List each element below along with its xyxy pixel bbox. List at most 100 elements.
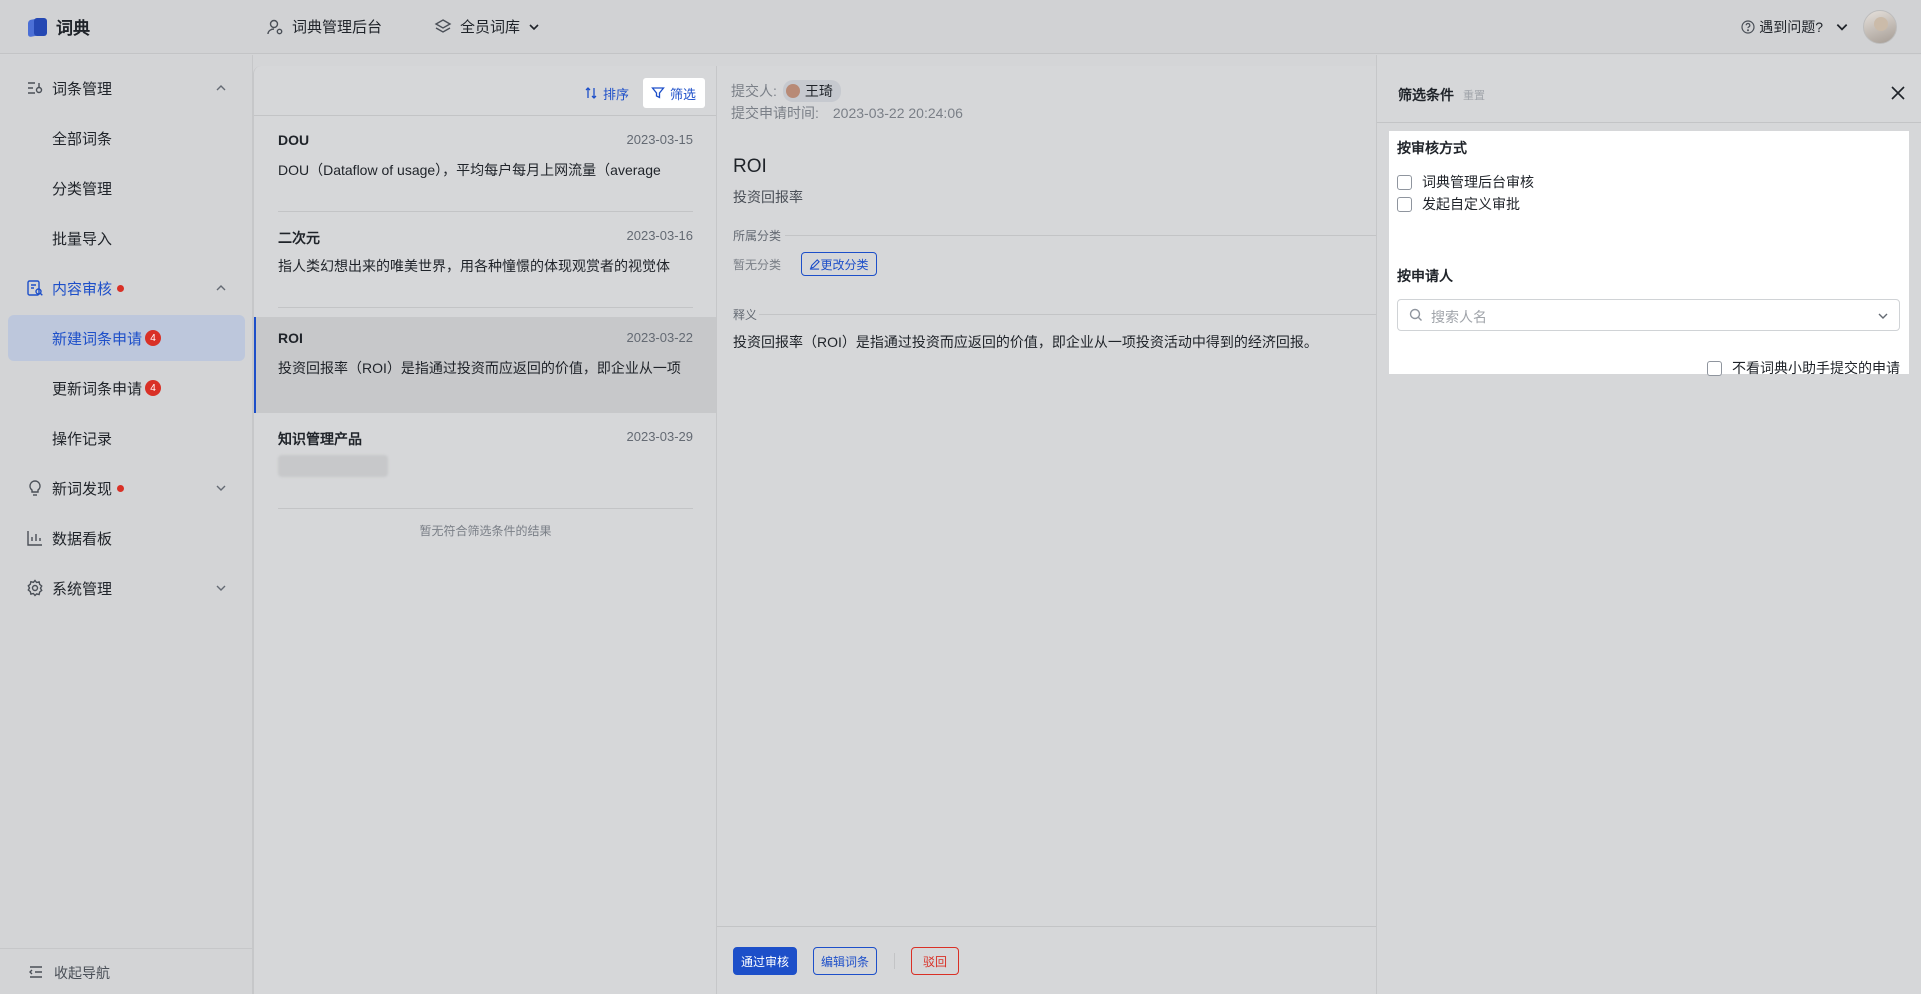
- chevron-up-icon: [216, 85, 226, 91]
- submitter-name: 王琦: [804, 83, 833, 99]
- submitter-chip[interactable]: 王琦: [782, 80, 841, 102]
- collapse-nav-button[interactable]: 收起导航: [0, 948, 253, 994]
- sidebar-item-content-review[interactable]: 内容审核: [8, 265, 245, 311]
- divider: [785, 235, 1377, 236]
- action-footer: 通过审核 编辑词条 驳回: [717, 926, 1377, 994]
- divider: [278, 508, 693, 509]
- list-item-selected[interactable]: ROI 2023-03-22 投资回报率（ROI）是指通过投资而应返回的价值，即…: [254, 317, 717, 413]
- user-settings-icon: [267, 19, 283, 34]
- edit-icon: [810, 258, 821, 270]
- change-category-button[interactable]: 更改分类: [801, 252, 877, 276]
- sidebar-item-update-entry-requests[interactable]: 更新词条申请 4: [8, 365, 245, 411]
- help-menu[interactable]: 遇到问题?: [1741, 17, 1849, 37]
- submit-time-row: 提交申请时间: 2023-03-22 20:24:06: [731, 103, 963, 123]
- list-item[interactable]: 知识管理产品 2023-03-29: [254, 413, 717, 509]
- list-item[interactable]: 二次元 2023-03-16 指人类幻想出来的唯美世界，用各种憧憬的体现观赏者的…: [254, 212, 717, 308]
- sidebar-item-new-entry-requests[interactable]: 新建词条申请 4: [8, 315, 245, 361]
- library-label: 全员词库: [460, 19, 521, 36]
- divider: [894, 953, 895, 969]
- filter-drawer: 筛选条件 重置 按审核方式 词典管理后台审核 发起自定义审批 按申请人 搜索人名…: [1376, 55, 1921, 994]
- filter-button[interactable]: 筛选: [643, 78, 705, 108]
- gear-icon: [27, 579, 43, 597]
- filter-label: 筛选: [670, 86, 697, 102]
- avatar: [785, 84, 800, 98]
- term-alias: 投资回报率: [733, 189, 803, 205]
- submit-time-label: 提交申请时间:: [731, 105, 819, 121]
- dictionary-logo-icon: [26, 16, 48, 38]
- app-logo[interactable]: 词典: [26, 14, 90, 39]
- review-method-heading: 按审核方式: [1397, 140, 1467, 156]
- close-icon[interactable]: [1890, 85, 1906, 101]
- chevron-up-icon: [216, 285, 226, 291]
- definition-text: 投资回报率（ROI）是指通过投资而应返回的价值，即企业从一项投资活动中得到的经济…: [733, 334, 1318, 350]
- term-title: ROI: [733, 156, 767, 177]
- chevron-down-icon: [216, 485, 226, 491]
- sidebar-item-bulk-import[interactable]: 批量导入: [8, 215, 245, 261]
- option-exclude-assistant[interactable]: 不看词典小助手提交的申请: [1707, 358, 1900, 378]
- reset-button[interactable]: 重置: [1463, 87, 1485, 103]
- filter-icon: [651, 87, 665, 99]
- sort-button[interactable]: 排序: [576, 78, 637, 108]
- chevron-down-icon: [216, 585, 226, 591]
- sidebar-item-system-manage[interactable]: 系统管理: [8, 565, 245, 611]
- drawer-header: 筛选条件 重置: [1377, 55, 1921, 123]
- nav-admin-label: 词典管理后台: [292, 19, 383, 36]
- checkbox[interactable]: [1397, 174, 1412, 190]
- library-switcher[interactable]: 全员词库: [434, 16, 540, 37]
- user-avatar[interactable]: [1863, 10, 1897, 44]
- collapse-nav-label: 收起导航: [54, 965, 110, 981]
- filter-card: 按审核方式 词典管理后台审核 发起自定义审批 按申请人 搜索人名 不看词典小助手…: [1389, 131, 1909, 376]
- list-item[interactable]: DOU 2023-03-15 DOU（Dataflow of usage），平均…: [254, 116, 717, 212]
- request-list-panel: 排序 筛选 DOU 2023-03-15 DOU（Dataflow of usa…: [253, 66, 717, 994]
- app-title: 词典: [56, 19, 90, 38]
- count-badge: 4: [145, 380, 161, 396]
- sort-label: 排序: [603, 86, 630, 102]
- collapse-icon: [29, 966, 42, 978]
- empty-result-note: 暂无符合筛选条件的结果: [419, 524, 552, 538]
- search-placeholder: 搜索人名: [1431, 309, 1487, 325]
- checkbox[interactable]: [1397, 196, 1412, 212]
- edit-entry-button[interactable]: 编辑词条: [813, 947, 877, 975]
- top-right-area: 遇到问题?: [1741, 10, 1897, 44]
- checkbox[interactable]: [1707, 360, 1722, 376]
- approve-button[interactable]: 通过审核: [733, 947, 797, 975]
- submitter-label: 提交人:: [731, 83, 777, 99]
- sidebar-item-category[interactable]: 分类管理: [8, 165, 245, 211]
- sidebar-item-entry-manage[interactable]: 词条管理: [8, 65, 245, 111]
- question-circle-icon: [1741, 20, 1755, 34]
- chart-icon: [27, 531, 42, 546]
- chevron-down-icon: [529, 23, 539, 30]
- definition-section-label: 释义: [733, 308, 758, 322]
- blurred-description: [278, 455, 388, 477]
- divider: [759, 314, 1377, 315]
- applicant-heading: 按申请人: [1397, 268, 1453, 284]
- sidebar: 词条管理 全部词条 分类管理 批量导入 内容审核 新建词条申请 4 更新词条申请…: [0, 55, 253, 994]
- nav-admin[interactable]: 词典管理后台: [266, 16, 382, 37]
- sidebar-item-new-word-discovery[interactable]: 新词发现: [8, 465, 245, 511]
- applicant-search-select[interactable]: 搜索人名: [1397, 299, 1900, 331]
- divider: [278, 307, 693, 308]
- drawer-title: 筛选条件: [1398, 87, 1454, 103]
- category-value: 暂无分类: [733, 258, 782, 272]
- notification-dot: [117, 485, 124, 492]
- help-label: 遇到问题?: [1759, 19, 1823, 35]
- option-custom-approval[interactable]: 发起自定义审批: [1397, 194, 1520, 214]
- layers-icon: [434, 18, 452, 33]
- notification-dot: [117, 285, 124, 292]
- entry-manage-icon: [28, 82, 43, 94]
- reject-button[interactable]: 驳回: [911, 947, 959, 975]
- sidebar-item-operation-log[interactable]: 操作记录: [8, 415, 245, 461]
- top-bar: 词典 词典管理后台 全员词库 遇到问题?: [0, 0, 1921, 54]
- option-admin-review[interactable]: 词典管理后台审核: [1397, 172, 1534, 192]
- category-section-label: 所属分类: [733, 229, 782, 243]
- list-toolbar: 排序 筛选: [254, 66, 717, 116]
- count-badge: 4: [145, 330, 161, 346]
- sidebar-item-dashboard[interactable]: 数据看板: [8, 515, 245, 561]
- review-icon: [27, 280, 43, 296]
- chevron-down-icon: [1836, 24, 1848, 31]
- submitter-row: 提交人: 王琦: [731, 80, 841, 102]
- search-icon: [1409, 308, 1422, 321]
- sort-icon: [585, 87, 597, 99]
- sidebar-item-all-entries[interactable]: 全部词条: [8, 115, 245, 161]
- chevron-down-icon: [1878, 313, 1888, 319]
